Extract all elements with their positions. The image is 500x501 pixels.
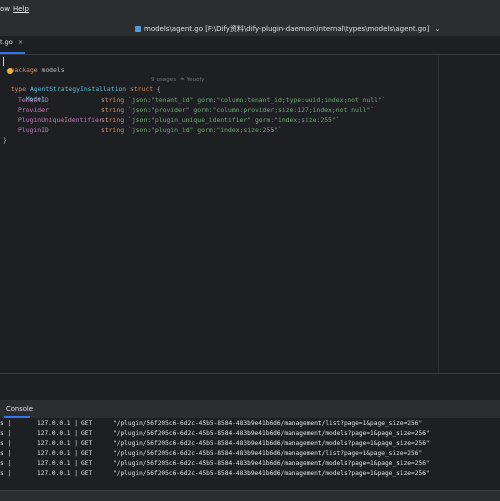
log-prefix: s | — [0, 470, 12, 477]
log-prefix: s | — [0, 420, 12, 427]
code-field-row: PluginID — [18, 126, 49, 135]
active-tab-indicator — [0, 52, 25, 54]
log-path: "/plugin/56f205c6-6d2c-45b5-8584-483b9e4… — [113, 440, 430, 447]
log-line: s | 127.0.0.1 | GET "/plugin/56f205c6-6d2c-… — [0, 470, 430, 477]
log-prefix: s | — [0, 430, 12, 437]
tab-console[interactable]: Console — [6, 405, 33, 413]
log-line: s | 127.0.0.1 | GET "/plugin/56f205c6-6d2c-… — [0, 420, 422, 427]
console-tab-bar — [0, 400, 500, 418]
field-name: Provider — [18, 106, 49, 114]
usages-hint[interactable]: 9 usages — [151, 77, 176, 83]
menu-window[interactable]: ow — [0, 5, 10, 13]
log-path: "/plugin/56f205c6-6d2c-45b5-8584-483b9e4… — [113, 430, 430, 437]
json-tag: json:"provider" — [131, 106, 190, 114]
window-title-path: models\agent.go [F:\Dify资料\dify-plugin-d… — [144, 25, 430, 33]
code-field-type: string `json:"plugin_id" gorm:"index;siz… — [101, 126, 282, 135]
field-tag: `json:"provider" gorm:"column:provider;s… — [127, 106, 375, 114]
log-ip: 127.0.0.1 | — [37, 420, 78, 427]
log-line: s | 127.0.0.1 | GET "/plugin/56f205c6-6d2c-… — [0, 460, 430, 467]
text-caret — [3, 57, 4, 66]
log-ip: 127.0.0.1 | — [37, 470, 78, 477]
log-method: GET — [81, 470, 93, 477]
field-name: PluginUniqueIdentifier — [18, 116, 103, 124]
window-title: models\agent.go [F:\Dify资料\dify-plugin-d… — [135, 24, 440, 34]
gorm-tag: gorm:"index;size:255" — [254, 116, 336, 124]
author-name: Yeuoly — [186, 77, 205, 83]
keyword: package — [10, 66, 38, 74]
log-method: GET — [81, 450, 93, 457]
log-prefix: s | — [0, 440, 12, 447]
log-path: "/plugin/56f205c6-6d2c-45b5-8584-483b9e4… — [113, 470, 430, 477]
field-name: TenantID — [18, 96, 49, 104]
code-line-close: } — [3, 136, 7, 145]
code-field-type: string `json:"plugin_unique_identifier" … — [101, 116, 340, 125]
keyword: struct — [126, 85, 154, 93]
editor-tab-label: t.go — [0, 38, 13, 46]
status-bar — [0, 490, 500, 501]
log-line: s | 127.0.0.1 | GET "/plugin/56f205c6-6d2c-… — [0, 430, 430, 437]
close-icon[interactable]: × — [18, 38, 23, 46]
brace: { — [153, 85, 161, 93]
gorm-tag: gorm:"column:tenant_id;type:uuid;index;n… — [197, 96, 382, 104]
json-tag: json:"plugin_id" — [131, 126, 194, 134]
code-field-row: PluginUniqueIdentifier — [18, 116, 103, 125]
log-path: "/plugin/56f205c6-6d2c-45b5-8584-483b9e4… — [113, 460, 430, 467]
log-path: "/plugin/56f205c6-6d2c-45b5-8584-483b9e4… — [113, 420, 423, 427]
log-method: GET — [81, 460, 93, 467]
field-type: string — [101, 116, 125, 124]
field-tag: `json:"plugin_id" gorm:"index;size:255"` — [127, 126, 282, 134]
editor-tab-bar — [0, 36, 500, 55]
log-prefix: s | — [0, 450, 12, 457]
gorm-tag: gorm:"column:provider;size:127;index;not… — [193, 106, 371, 114]
editor-right-gutter — [438, 55, 500, 373]
field-type: string — [101, 96, 125, 104]
field-tag: `json:"tenant_id" gorm:"column:tenant_id… — [127, 96, 386, 104]
log-method: GET — [81, 420, 93, 427]
log-line: s | 127.0.0.1 | GET "/plugin/56f205c6-6d2c-… — [0, 440, 430, 447]
panel-divider[interactable] — [0, 373, 500, 384]
gorm-tag: gorm:"index;size:255" — [197, 126, 279, 134]
log-method: GET — [81, 440, 93, 447]
log-line: s | 127.0.0.1 | GET "/plugin/56f205c6-6d2c-… — [0, 450, 422, 457]
editor-tab[interactable]: t.go × — [0, 38, 23, 53]
log-ip: 127.0.0.1 | — [37, 430, 78, 437]
code-field-type: string `json:"tenant_id" gorm:"column:te… — [101, 96, 386, 105]
field-type: string — [101, 126, 125, 134]
author-hint[interactable]: ≗ Yeuoly — [180, 77, 204, 83]
code-field-type: string `json:"provider" gorm:"column:pro… — [101, 106, 374, 115]
code-field-row: TenantID — [18, 96, 49, 105]
code-field-row: Provider — [18, 106, 49, 115]
field-name: PluginID — [18, 126, 49, 134]
log-path: "/plugin/56f205c6-6d2c-45b5-8584-483b9e4… — [113, 450, 423, 457]
log-ip: 127.0.0.1 | — [37, 460, 78, 467]
field-tag: `json:"plugin_unique_identifier" gorm:"i… — [127, 116, 340, 124]
chevron-down-icon[interactable]: ⌄ — [435, 25, 441, 33]
json-tag: json:"plugin_unique_identifier" — [131, 116, 252, 124]
lightbulb-icon[interactable] — [7, 68, 13, 74]
log-method: GET — [81, 430, 93, 437]
json-tag: json:"tenant_id" — [131, 96, 194, 104]
log-ip: 127.0.0.1 | — [37, 440, 78, 447]
menu-help[interactable]: Help — [13, 5, 29, 13]
package-name: models — [37, 66, 65, 74]
closing-brace: } — [3, 136, 7, 144]
field-type: string — [101, 106, 125, 114]
go-file-icon — [135, 26, 141, 32]
log-ip: 127.0.0.1 | — [37, 450, 78, 457]
log-prefix: s | — [0, 460, 12, 467]
